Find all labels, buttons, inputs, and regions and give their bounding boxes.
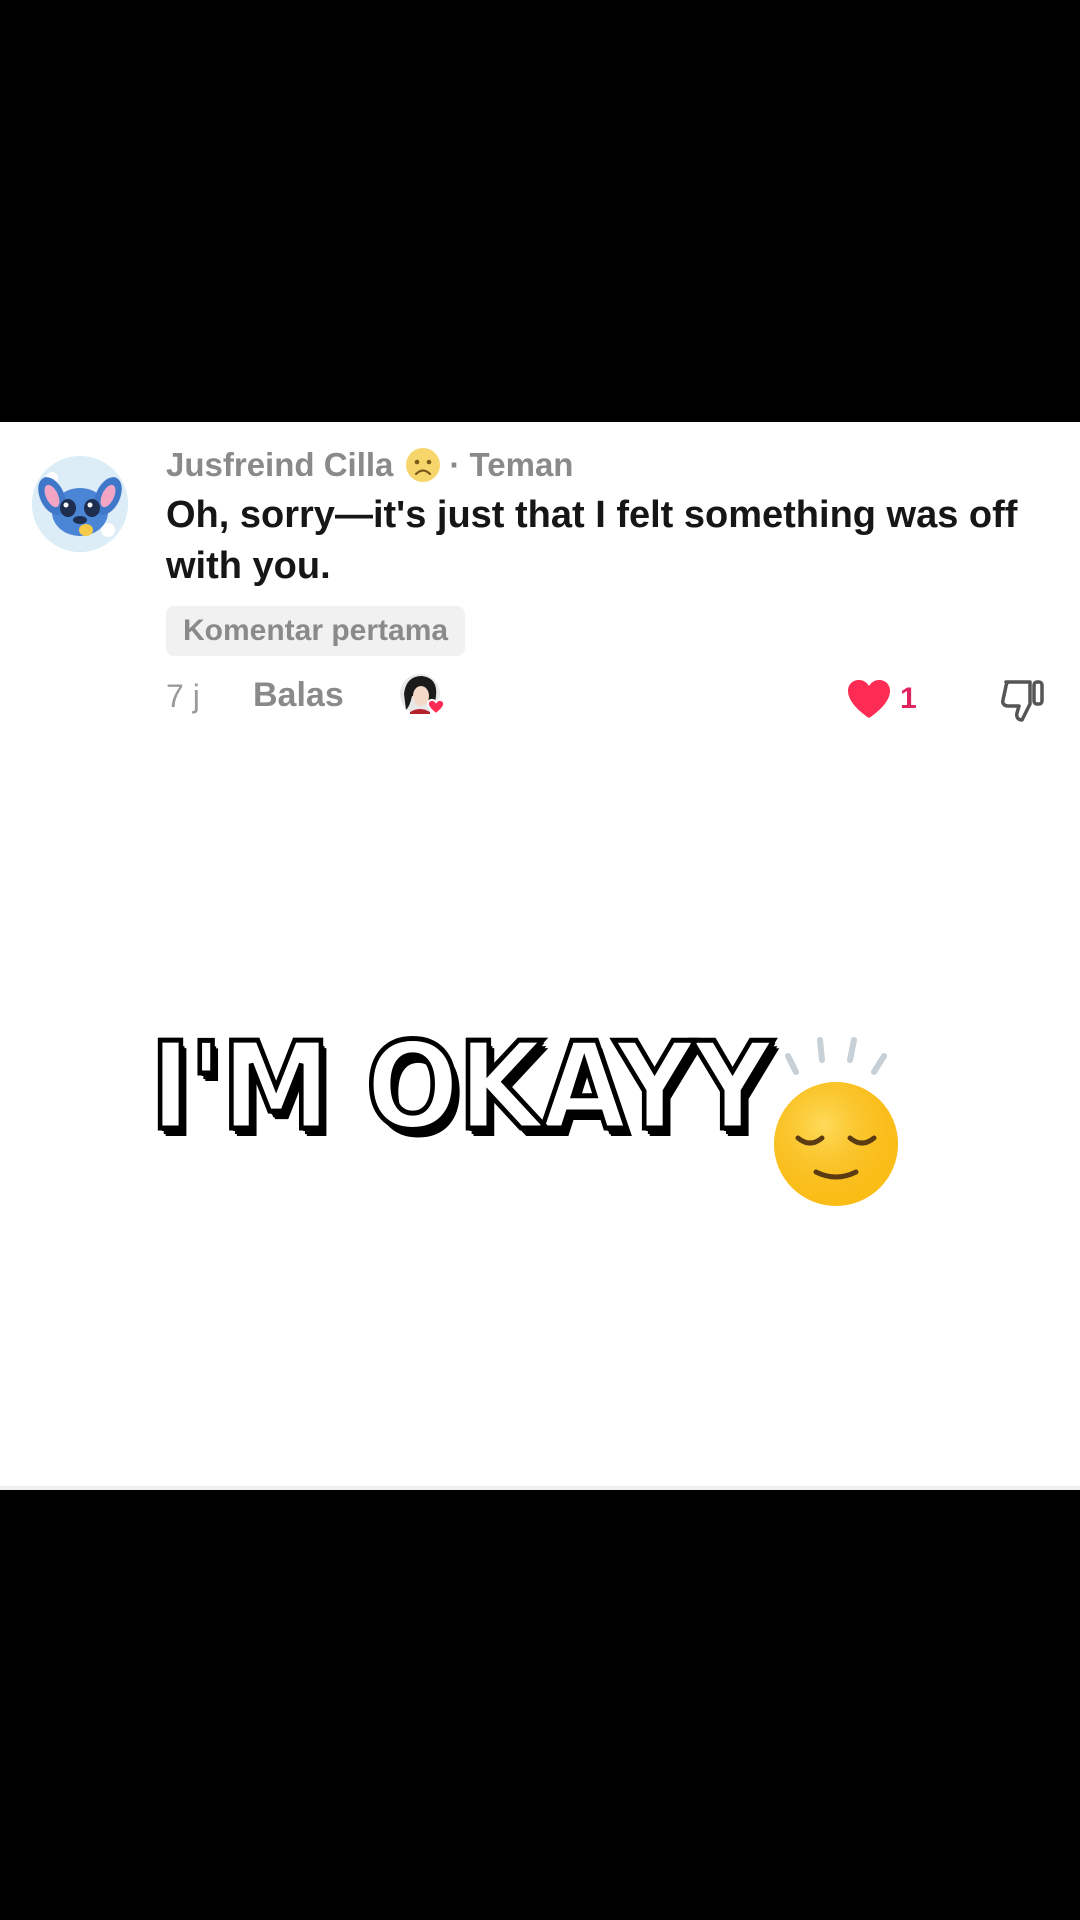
thumbs-down-icon[interactable]	[998, 674, 1048, 724]
comment-timestamp: 7 j	[166, 678, 200, 714]
like-count: 1	[900, 682, 917, 715]
heart-icon[interactable]	[846, 678, 892, 720]
creator-liked-avatar	[398, 672, 450, 724]
friend-label: · Teman	[449, 446, 574, 483]
comment-header: Jusfreind Cilla · Teman	[166, 446, 573, 484]
first-comment-badge: Komentar pertama	[166, 606, 466, 656]
author-avatar[interactable]	[32, 456, 128, 552]
comment-text: Oh, sorry—it's just that I felt somethin…	[166, 494, 1018, 587]
video-frame: Jusfreind Cilla · Teman Oh, sorry—it's j…	[0, 0, 1080, 1920]
reply-button[interactable]: Balas	[253, 676, 344, 715]
author-name[interactable]: Jusfreind Cilla	[166, 446, 393, 484]
relieved-face-icon	[762, 1034, 912, 1214]
sad-face-icon	[405, 447, 441, 483]
comment-screenshot-panel: Jusfreind Cilla · Teman Oh, sorry—it's j…	[0, 422, 1080, 1490]
overlay-caption: I'M OKAYY	[148, 1016, 775, 1160]
